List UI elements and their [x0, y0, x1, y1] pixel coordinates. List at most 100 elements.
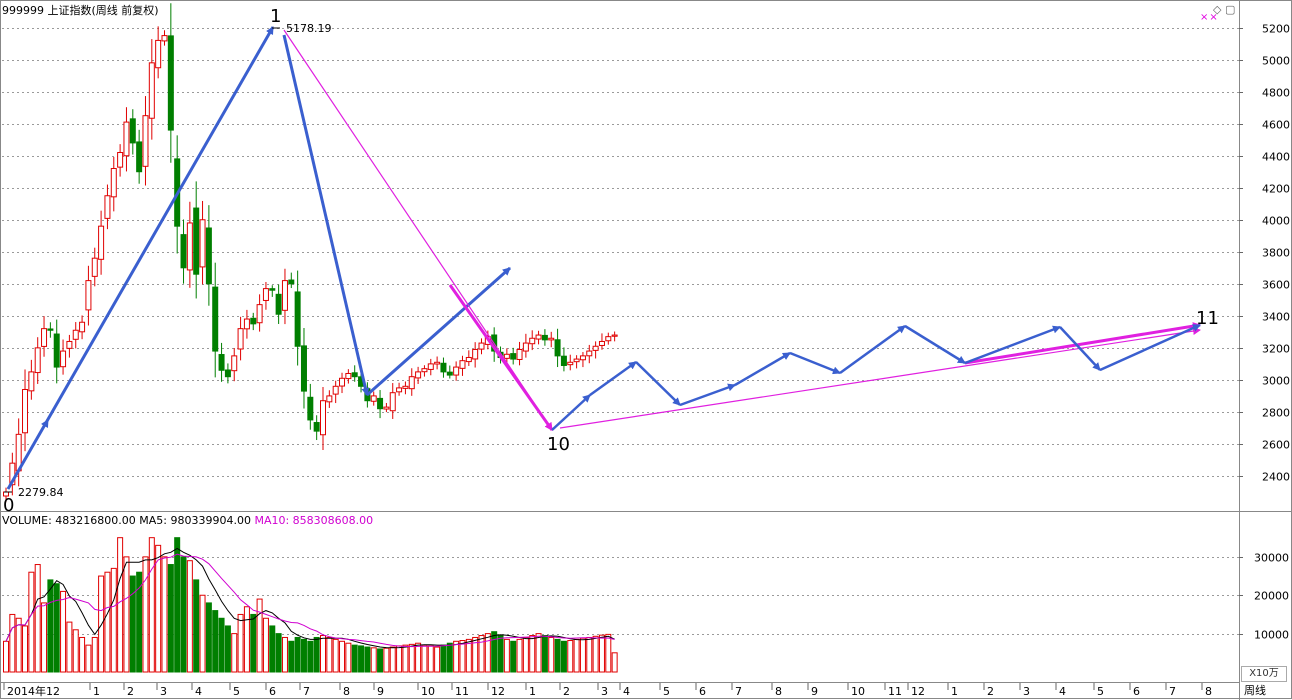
candle-down: [218, 354, 225, 371]
volume-bar-down: [440, 644, 447, 673]
candle-up: [453, 366, 460, 376]
candle-down: [129, 118, 136, 144]
wave-line-blue: [964, 325, 1061, 365]
date-tick-label: 5: [233, 685, 240, 698]
candle-up: [66, 340, 73, 349]
price-annotation: 5178.19: [286, 22, 332, 35]
candle-up: [339, 377, 346, 387]
wave-line-magenta: [448, 284, 554, 431]
volume-bar-down: [313, 636, 320, 673]
price-tick-label: 2800: [1262, 407, 1290, 420]
candle-up: [256, 304, 263, 324]
candle-down: [307, 396, 314, 421]
volume-bar-down: [358, 645, 365, 673]
volume-bar-up: [34, 564, 41, 673]
volume-tick-label: 20000: [1254, 590, 1289, 603]
candle-up: [586, 350, 593, 357]
candle-up: [415, 371, 422, 379]
volume-bar-up: [9, 613, 16, 673]
volume-bar-down: [129, 575, 136, 673]
volume-bar-up: [161, 556, 168, 673]
volume-bar-down: [307, 640, 314, 673]
price-tick-label: 3400: [1262, 311, 1290, 324]
price-tick-label: 2600: [1262, 439, 1290, 452]
wave-line-blue: [635, 361, 681, 406]
volume-bar-up: [605, 633, 612, 673]
candle-up: [459, 360, 466, 369]
price-volume-chart: 2400260028003000320034003600380040004200…: [0, 0, 1292, 700]
price-annotation: 2279.84: [18, 486, 64, 499]
candle-up: [28, 371, 35, 392]
volume-bar-up: [186, 560, 193, 673]
close-markers-icon[interactable]: ××: [1200, 12, 1219, 23]
volume-bar-down: [218, 617, 225, 673]
volume-bar-up: [85, 644, 92, 673]
volume-bar-up: [459, 640, 466, 673]
candle-up: [41, 328, 48, 347]
volume-bar-down: [167, 564, 174, 673]
volume-bar-down: [224, 625, 231, 673]
candle-down: [541, 334, 548, 341]
candle-down: [275, 293, 282, 315]
volume-bar-up: [15, 617, 22, 673]
candle-down: [47, 328, 54, 331]
candle-up: [370, 395, 377, 402]
candle-up: [535, 334, 542, 340]
price-tick-label: 5000: [1262, 55, 1290, 68]
volume-bar-up: [243, 606, 250, 673]
candle-up: [72, 329, 79, 340]
candle-up: [408, 376, 415, 390]
volume-bar-up: [529, 635, 536, 673]
date-tick-label: 12: [491, 685, 505, 698]
date-tick-label: 2: [127, 685, 134, 698]
volume-value: VOLUME: 483216800.00: [2, 514, 136, 527]
volume-bar-up: [567, 640, 574, 673]
price-tick-label: 5200: [1262, 23, 1290, 36]
candle-down: [224, 369, 231, 378]
volume-bar-up: [579, 637, 586, 673]
volume-bar-up: [345, 642, 352, 673]
volume-bar-up: [66, 621, 73, 673]
wave-line-blue: [6, 26, 275, 490]
candle-down: [510, 353, 517, 360]
candle-up: [79, 321, 86, 333]
volume-ma10-line: [5, 553, 615, 648]
volume-bar-up: [41, 602, 48, 673]
date-tick-label: 2014年12: [7, 684, 60, 698]
wave-label: 1: [270, 6, 281, 27]
candle-up: [199, 219, 206, 268]
candle-down: [193, 207, 200, 275]
date-tick-label: 8: [775, 685, 782, 698]
volume-bar-down: [554, 638, 561, 673]
date-tick-label: 7: [735, 685, 742, 698]
volume-bar-up: [516, 638, 523, 673]
date-tick-label: 4: [195, 685, 202, 698]
candle-up: [522, 342, 529, 352]
candle-down: [300, 345, 307, 392]
candle-up: [345, 372, 352, 380]
volume-bar-up: [592, 635, 599, 673]
candle-up: [598, 340, 605, 346]
volume-bar-up: [522, 636, 529, 673]
volume-bar-up: [503, 638, 510, 673]
volume-tick-label: 10000: [1254, 629, 1289, 642]
volume-bar-up: [484, 633, 491, 673]
volume-bar-up: [421, 644, 428, 673]
volume-bar-up: [535, 633, 542, 673]
wave-line-blue: [789, 351, 841, 375]
volume-bar-down: [300, 638, 307, 673]
candle-up: [326, 395, 333, 403]
volume-bar-up: [598, 634, 605, 673]
candle-down: [269, 288, 276, 291]
date-tick-label: 5: [663, 685, 670, 698]
date-tick-label: 7: [1169, 685, 1176, 698]
volume-bar-up: [148, 537, 155, 673]
date-tick-label: 12: [911, 685, 925, 698]
candle-down: [288, 279, 295, 285]
volume-bar-up: [155, 544, 162, 673]
period-tab[interactable]: 周线: [1244, 682, 1266, 698]
volume-bar-up: [72, 629, 79, 673]
candle-up: [434, 361, 441, 365]
date-tick-label: 3: [601, 685, 608, 698]
date-tick-label: 6: [1133, 685, 1140, 698]
